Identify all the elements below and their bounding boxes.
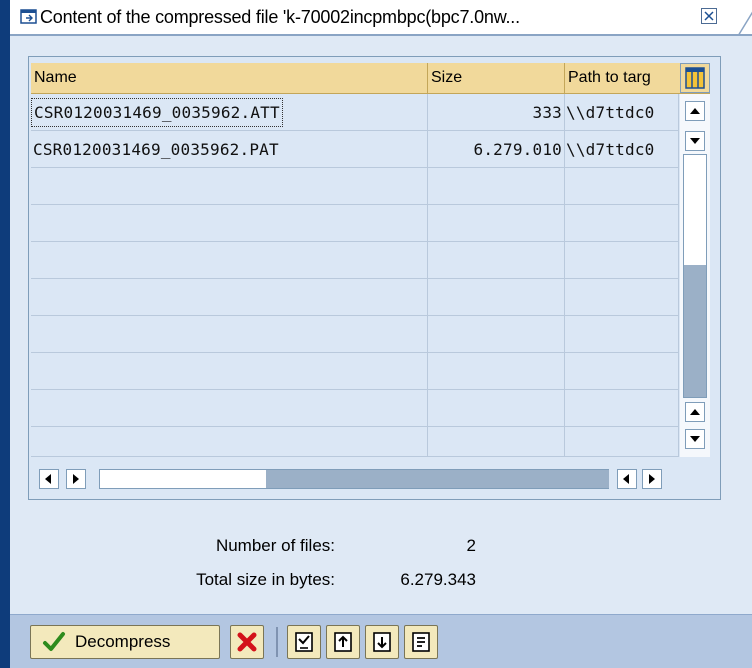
vertical-scrollbar[interactable] <box>680 94 710 457</box>
close-button[interactable] <box>701 8 717 24</box>
arrow-up-icon <box>690 108 700 114</box>
cell-name[interactable] <box>31 168 428 205</box>
cell-path[interactable] <box>565 205 679 242</box>
cell-size[interactable] <box>428 242 565 279</box>
scroll-up-button[interactable] <box>685 402 705 422</box>
select-all-icon <box>295 632 313 652</box>
cell-size[interactable] <box>428 316 565 353</box>
cell-name[interactable] <box>31 242 428 279</box>
sort-button[interactable] <box>404 625 438 659</box>
cell-size[interactable] <box>428 427 565 457</box>
cell-path[interactable]: \\d7ttdc0 <box>565 131 679 168</box>
vertical-scroll-thumb[interactable] <box>684 265 706 397</box>
cell-name[interactable] <box>31 353 428 390</box>
cell-size[interactable]: 333 <box>428 94 565 131</box>
toolbar-separator <box>276 627 278 657</box>
horizontal-scrollbar[interactable] <box>31 463 710 495</box>
table-row-empty[interactable] <box>31 316 679 353</box>
column-header-name[interactable]: Name <box>31 63 428 93</box>
title-divider <box>10 34 752 36</box>
table-row[interactable]: CSR0120031469_0035962.PAT 6.279.010 \\d7… <box>31 131 679 168</box>
cell-name[interactable] <box>31 205 428 242</box>
cell-size[interactable]: 6.279.010 <box>428 131 565 168</box>
select-all-button[interactable] <box>287 625 321 659</box>
title-bar: Content of the compressed file 'k-70002i… <box>10 0 752 36</box>
cell-name[interactable] <box>31 427 428 457</box>
cell-path[interactable] <box>565 279 679 316</box>
cell-name[interactable] <box>31 390 428 427</box>
number-of-files-value: 2 <box>466 536 476 555</box>
table-row-empty[interactable] <box>31 168 679 205</box>
arrow-right-icon <box>649 474 655 484</box>
footer-toolbar: Decompress <box>10 614 752 668</box>
cell-path[interactable] <box>565 390 679 427</box>
table-row-empty[interactable] <box>31 353 679 390</box>
close-icon <box>704 11 714 21</box>
scroll-left-button-right-pane[interactable] <box>617 469 637 489</box>
cell-size[interactable] <box>428 205 565 242</box>
checkmark-icon <box>43 632 65 651</box>
select-block-button[interactable] <box>365 625 399 659</box>
cell-path[interactable]: \\d7ttdc0 <box>565 94 679 131</box>
table-row-empty[interactable] <box>31 242 679 279</box>
deselect-all-button[interactable] <box>326 625 360 659</box>
vertical-scroll-track[interactable] <box>683 154 707 398</box>
horizontal-scroll-thumb[interactable] <box>266 470 609 488</box>
horizontal-scroll-track[interactable] <box>99 469 609 489</box>
cell-path[interactable] <box>565 168 679 205</box>
scroll-left-button[interactable] <box>39 469 59 489</box>
arrow-down-icon <box>690 138 700 144</box>
number-of-files-label: Number of files: <box>215 536 335 555</box>
cancel-button[interactable] <box>230 625 264 659</box>
table-header: Name Size Path to targ <box>31 63 710 94</box>
compressed-file-dialog: Content of the compressed file 'k-70002i… <box>0 0 752 668</box>
sort-icon <box>412 632 430 652</box>
cell-size[interactable] <box>428 279 565 316</box>
scroll-right-button-right-pane[interactable] <box>642 469 662 489</box>
column-header-size[interactable]: Size <box>428 63 565 93</box>
column-settings-button[interactable] <box>680 63 710 93</box>
cell-name[interactable] <box>31 279 428 316</box>
column-settings-icon <box>685 67 705 89</box>
cell-size[interactable] <box>428 390 565 427</box>
arrow-down-icon <box>690 436 700 442</box>
window-icon <box>20 9 37 24</box>
scroll-page-up-button[interactable] <box>685 101 705 121</box>
arrow-up-icon <box>690 409 700 415</box>
cell-path[interactable] <box>565 427 679 457</box>
scroll-down-button[interactable] <box>685 429 705 449</box>
table-body: CSR0120031469_0035962.ATT 333 \\d7ttdc0 … <box>31 94 679 457</box>
cell-size[interactable] <box>428 168 565 205</box>
cell-name[interactable] <box>31 316 428 353</box>
cancel-icon <box>237 632 257 652</box>
scroll-right-button[interactable] <box>66 469 86 489</box>
arrow-left-icon <box>623 474 629 484</box>
table-row[interactable]: CSR0120031469_0035962.ATT 333 \\d7ttdc0 <box>31 94 679 131</box>
arrow-left-icon <box>45 474 51 484</box>
cell-name[interactable]: CSR0120031469_0035962.PAT <box>31 131 428 168</box>
window-title: Content of the compressed file 'k-70002i… <box>40 7 520 27</box>
cell-name-text: CSR0120031469_0035962.ATT <box>31 98 283 127</box>
total-size-label: Total size in bytes: <box>196 570 335 589</box>
total-size-value: 6.279.343 <box>400 570 476 589</box>
table-row-empty[interactable] <box>31 279 679 316</box>
cell-path[interactable] <box>565 242 679 279</box>
decompress-label: Decompress <box>75 632 171 651</box>
arrow-right-icon <box>73 474 79 484</box>
cell-path[interactable] <box>565 316 679 353</box>
scroll-page-down-button[interactable] <box>685 131 705 151</box>
table-row-empty[interactable] <box>31 390 679 427</box>
select-block-icon <box>373 632 391 652</box>
title-bar-corner <box>737 11 752 36</box>
deselect-all-icon <box>334 632 352 652</box>
window-left-accent <box>0 0 10 668</box>
cell-path[interactable] <box>565 353 679 390</box>
table-row-empty[interactable] <box>31 205 679 242</box>
decompress-button[interactable]: Decompress <box>30 625 220 659</box>
cell-name[interactable]: CSR0120031469_0035962.ATT <box>31 94 428 131</box>
cell-size[interactable] <box>428 353 565 390</box>
table-row-empty[interactable] <box>31 427 679 457</box>
